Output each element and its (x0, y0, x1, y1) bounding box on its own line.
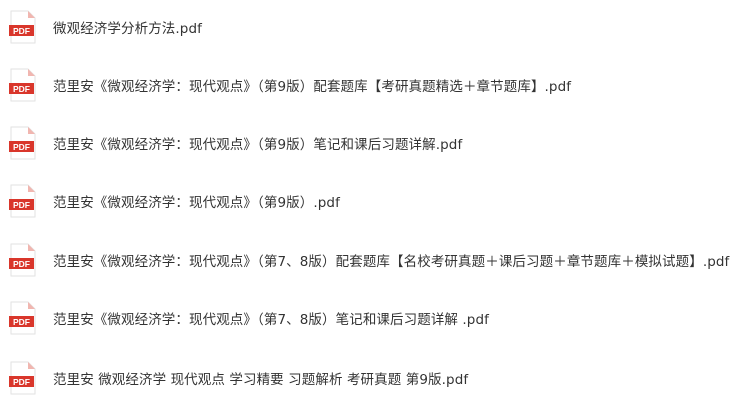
file-name: 范里安《微观经济学：现代观点》（第7、8版）配套题库【名校考研真题＋课后习题＋章… (53, 254, 730, 270)
file-list: PDF 微观经济学分析方法.pdf PDF 范里安《微观经济学：现代观点》（第9… (0, 0, 735, 403)
file-item[interactable]: PDF 范里安 微观经济学 现代观点 学习精要 习题解析 考研真题 第9版.pd… (8, 361, 728, 395)
pdf-file-icon: PDF (8, 68, 38, 102)
pdf-icon-label: PDF (13, 317, 30, 327)
pdf-file-icon: PDF (8, 10, 38, 44)
pdf-icon-label: PDF (13, 84, 30, 94)
pdf-icon-label: PDF (13, 142, 30, 152)
pdf-file-icon: PDF (8, 361, 38, 395)
file-name: 范里安《微观经济学：现代观点》（第9版）.pdf (53, 195, 340, 211)
pdf-icon-label: PDF (13, 200, 30, 210)
file-item[interactable]: PDF 微观经济学分析方法.pdf (8, 10, 728, 44)
file-name: 微观经济学分析方法.pdf (53, 21, 202, 37)
file-name: 范里安《微观经济学：现代观点》（第9版）配套题库【考研真题精选＋章节题库】.pd… (53, 79, 572, 95)
file-item[interactable]: PDF 范里安《微观经济学：现代观点》（第7、8版）笔记和课后习题详解 .pdf (8, 301, 728, 335)
file-item[interactable]: PDF 范里安《微观经济学：现代观点》（第7、8版）配套题库【名校考研真题＋课后… (8, 243, 730, 277)
pdf-icon-label: PDF (13, 259, 30, 269)
file-name: 范里安《微观经济学：现代观点》（第7、8版）笔记和课后习题详解 .pdf (53, 312, 490, 328)
pdf-icon-label: PDF (13, 26, 30, 36)
file-name: 范里安《微观经济学：现代观点》（第9版）笔记和课后习题详解.pdf (53, 137, 463, 153)
pdf-file-icon: PDF (8, 243, 38, 277)
pdf-file-icon: PDF (8, 301, 38, 335)
pdf-file-icon: PDF (8, 126, 38, 160)
file-item[interactable]: PDF 范里安《微观经济学：现代观点》（第9版）配套题库【考研真题精选＋章节题库… (8, 68, 728, 102)
pdf-file-icon: PDF (8, 184, 38, 218)
file-item[interactable]: PDF 范里安《微观经济学：现代观点》（第9版）.pdf (8, 184, 728, 218)
pdf-icon-label: PDF (13, 377, 30, 387)
file-name: 范里安 微观经济学 现代观点 学习精要 习题解析 考研真题 第9版.pdf (53, 372, 469, 388)
file-item[interactable]: PDF 范里安《微观经济学：现代观点》（第9版）笔记和课后习题详解.pdf (8, 126, 728, 160)
